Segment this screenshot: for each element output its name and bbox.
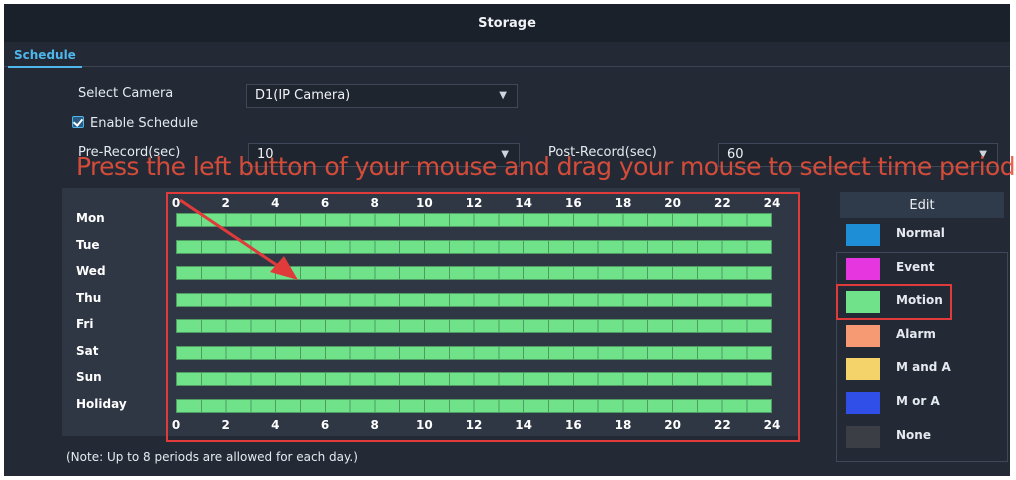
enable-schedule-label: Enable Schedule bbox=[90, 116, 199, 131]
legend-swatch bbox=[846, 324, 880, 347]
legend-item-event[interactable]: Event bbox=[846, 257, 996, 280]
periods-note: (Note: Up to 8 periods are allowed for e… bbox=[66, 450, 358, 464]
legend-label: Alarm bbox=[896, 326, 936, 341]
legend-item-alarm[interactable]: Alarm bbox=[846, 324, 996, 347]
tab-bar: Schedule bbox=[4, 42, 1010, 68]
legend-swatch bbox=[846, 425, 880, 448]
legend-item-normal[interactable]: Normal bbox=[846, 224, 996, 246]
camera-select[interactable]: D1(IP Camera) ▼ bbox=[246, 84, 518, 108]
legend-swatch bbox=[846, 224, 880, 246]
legend-item-m-and-a[interactable]: M and A bbox=[846, 358, 996, 381]
legend-label: Event bbox=[896, 259, 935, 274]
day-label: Wed bbox=[76, 264, 106, 278]
day-label: Thu bbox=[76, 290, 102, 305]
legend-swatch bbox=[846, 358, 880, 381]
day-label: Tue bbox=[76, 237, 100, 252]
legend-label: M or A bbox=[896, 394, 940, 408]
legend-label: None bbox=[896, 427, 931, 442]
edit-button[interactable]: Edit bbox=[840, 192, 1004, 218]
day-label: Fri bbox=[76, 317, 94, 331]
legend-item-none[interactable]: None bbox=[846, 425, 996, 448]
legend-label: Normal bbox=[896, 226, 945, 240]
select-camera-label: Select Camera bbox=[78, 86, 174, 101]
day-label: Mon bbox=[76, 211, 105, 225]
instruction-overlay: Press the left button of your mouse and … bbox=[76, 152, 1016, 181]
tab-schedule[interactable]: Schedule bbox=[8, 46, 82, 68]
legend-item-m-or-a[interactable]: M or A bbox=[846, 392, 996, 414]
enable-schedule-checkbox[interactable] bbox=[72, 116, 84, 128]
day-label: Sun bbox=[76, 370, 102, 384]
window-title: Storage bbox=[4, 4, 1010, 42]
day-label: Sat bbox=[76, 343, 99, 358]
chevron-down-icon: ▼ bbox=[499, 90, 507, 101]
motion-highlight bbox=[836, 284, 952, 320]
legend-swatch bbox=[846, 257, 880, 280]
legend-label: M and A bbox=[896, 360, 951, 375]
camera-select-value: D1(IP Camera) bbox=[255, 88, 351, 103]
day-label: Holiday bbox=[76, 396, 127, 411]
legend-swatch bbox=[846, 392, 880, 414]
schedule-grid-highlight bbox=[166, 192, 800, 442]
